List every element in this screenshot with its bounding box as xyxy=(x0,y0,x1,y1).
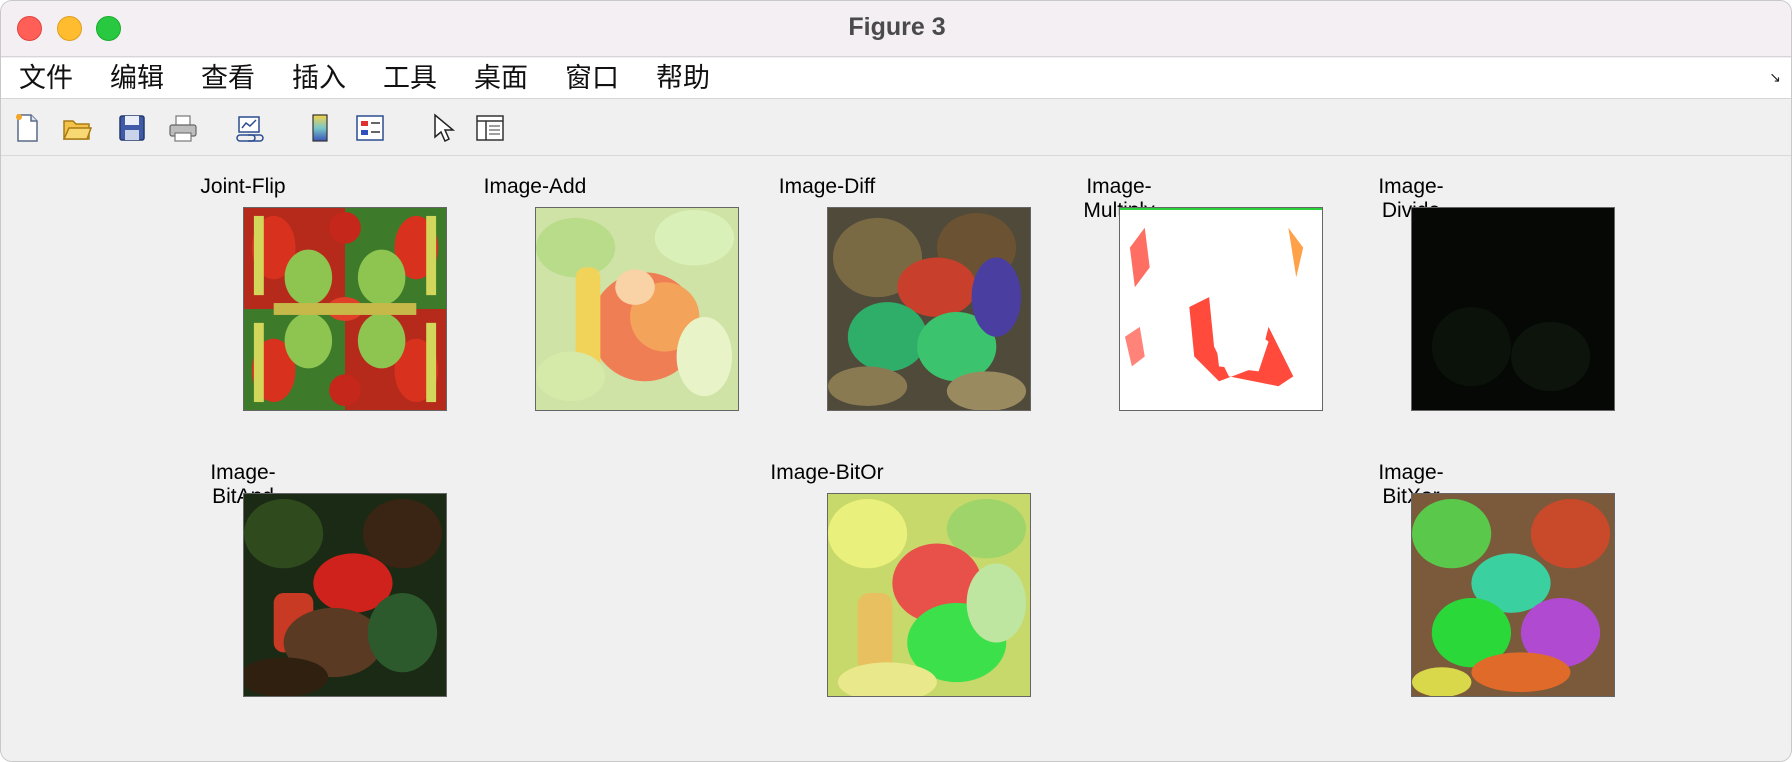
image-multiply xyxy=(1119,207,1323,411)
image-diff xyxy=(827,207,1031,411)
image-bitor xyxy=(827,493,1031,697)
figure-toolbar xyxy=(1,100,1791,156)
legend-icon[interactable] xyxy=(354,112,386,144)
figure-canvas: Joint-Flip Image-Add Image-Diff Image-Mu… xyxy=(1,157,1791,761)
menu-bar: 文件 编辑 查看 插入 工具 桌面 窗口 帮助 ↘ xyxy=(1,58,1791,99)
property-inspector-icon[interactable] xyxy=(474,112,506,144)
subplot-title: Image-BitOr xyxy=(770,461,884,484)
title-bar: Figure 3 xyxy=(1,1,1791,57)
menu-edit[interactable]: 编辑 xyxy=(110,58,164,99)
image-bitxor xyxy=(1411,493,1615,697)
menu-insert[interactable]: 插入 xyxy=(292,58,346,99)
menu-help[interactable]: 帮助 xyxy=(656,58,710,99)
menu-tools[interactable]: 工具 xyxy=(383,58,437,99)
subplot-title: Image-Add xyxy=(483,175,587,198)
open-file-icon[interactable] xyxy=(61,112,93,144)
menu-desktop[interactable]: 桌面 xyxy=(474,58,528,99)
subplot-title: Joint-Flip xyxy=(200,175,286,198)
print-icon[interactable] xyxy=(167,112,199,144)
new-figure-icon[interactable] xyxy=(11,112,43,144)
menu-view[interactable]: 查看 xyxy=(201,58,255,99)
image-bitand xyxy=(243,493,447,697)
image-joint-flip xyxy=(243,207,447,411)
save-icon[interactable] xyxy=(116,112,148,144)
edit-plot-pointer-icon[interactable] xyxy=(426,112,458,144)
image-add xyxy=(535,207,739,411)
subplot-title: Image-Diff xyxy=(778,175,876,198)
figure-window: Figure 3 文件 编辑 查看 插入 工具 桌面 窗口 帮助 ↘ Joint… xyxy=(0,0,1792,762)
menu-window[interactable]: 窗口 xyxy=(565,58,619,99)
colorbar-icon[interactable] xyxy=(304,112,336,144)
image-divide xyxy=(1411,207,1615,411)
window-title: Figure 3 xyxy=(848,13,946,41)
link-plot-icon[interactable] xyxy=(234,112,266,144)
menu-file[interactable]: 文件 xyxy=(19,58,73,99)
expand-arrow-icon[interactable]: ↘ xyxy=(1767,70,1783,86)
